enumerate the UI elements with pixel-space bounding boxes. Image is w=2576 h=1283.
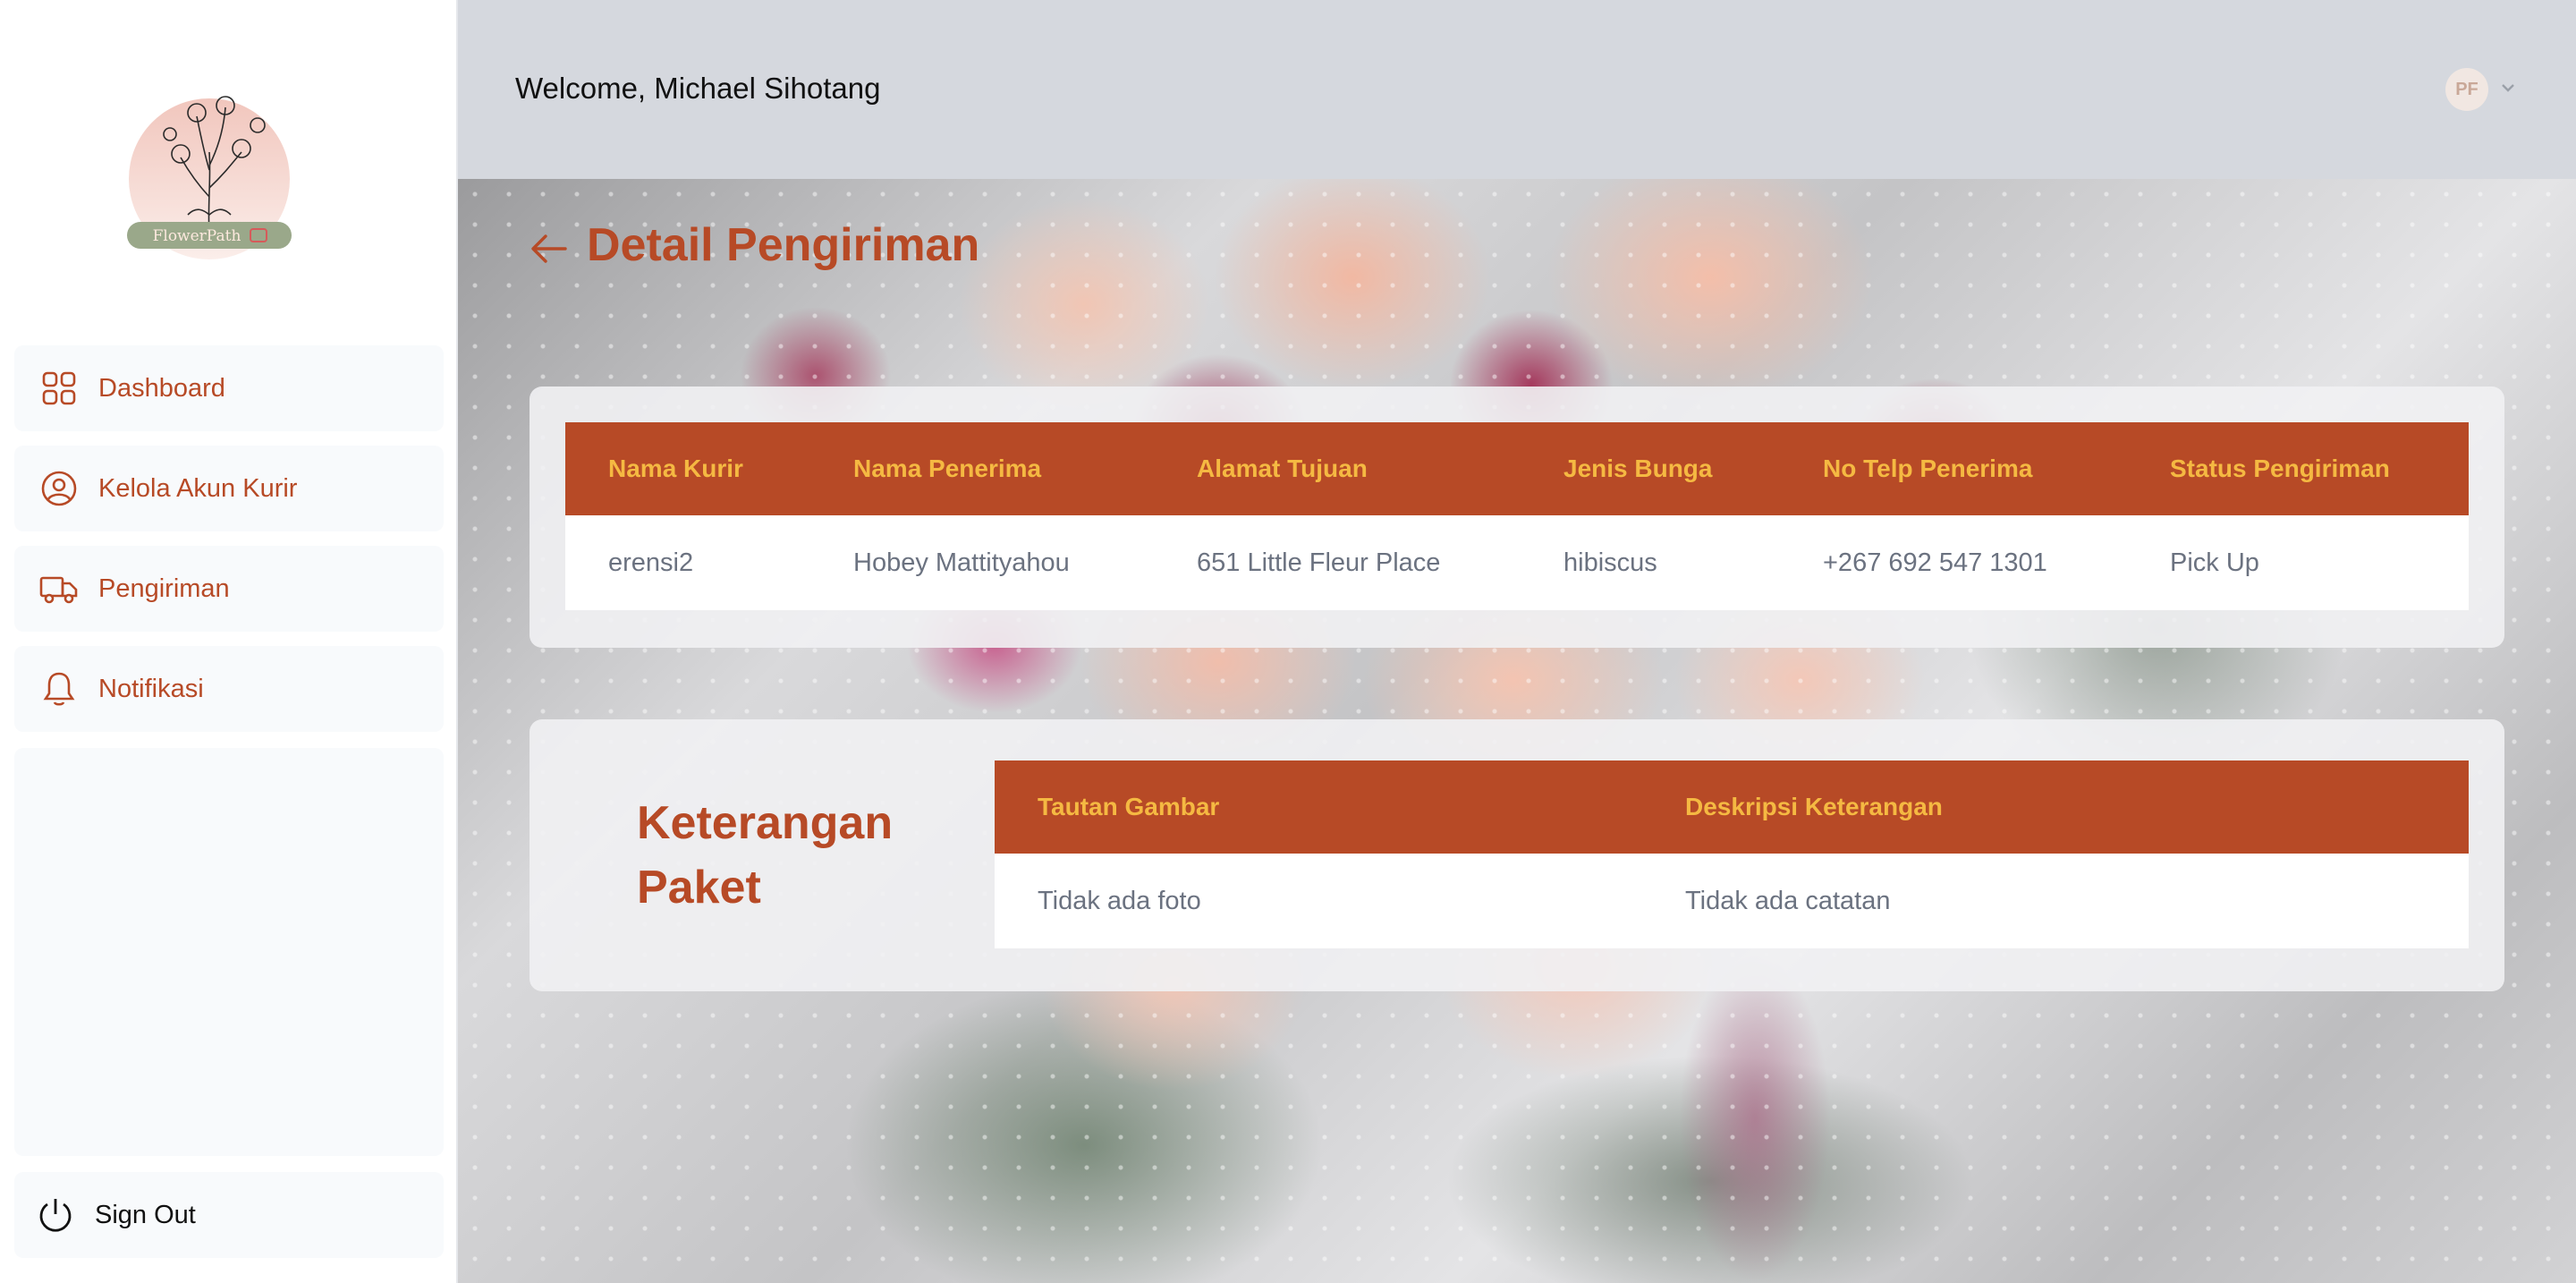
svg-text:FlowerPath: FlowerPath [153,227,242,245]
sidebar-item-pengiriman[interactable]: Pengiriman [14,546,444,632]
table-header-row: Tautan Gambar Deskripsi Keterangan [995,760,2469,854]
sign-out-label: Sign Out [95,1200,196,1229]
column-header: Nama Kurir [565,422,810,515]
sidebar-item-dashboard[interactable]: Dashboard [14,345,444,431]
column-header: No Telp Penerima [1780,422,2127,515]
column-header: Status Pengiriman [2127,422,2469,515]
table-cell: Hobey Mattityahou [810,515,1154,610]
column-header: Nama Penerima [810,422,1154,515]
truck-icon [39,569,79,608]
table-cell: Tidak ada foto [995,854,1642,948]
sidebar-item-notifikasi[interactable]: Notifikasi [14,646,444,732]
table-cell: erensi2 [565,515,810,610]
table-cell: 651 Little Fleur Place [1154,515,1521,610]
sidebar-item-label: Pengiriman [98,574,230,603]
sidebar-item-label: Kelola Akun Kurir [98,473,298,503]
power-icon [36,1195,75,1235]
table-row: erensi2 Hobey Mattityahou 651 Little Fle… [565,515,2469,610]
sidebar-item-kelola-akun-kurir[interactable]: Kelola Akun Kurir [14,446,444,531]
shipment-table: Nama Kurir Nama Penerima Alamat Tujuan J… [565,422,2469,610]
package-info-card: Keterangan Paket Tautan Gambar Deskripsi… [530,719,2504,991]
main-content: Detail Pengiriman Nama Kurir Nama Peneri… [458,179,2576,1283]
table-cell: Pick Up [2127,515,2469,610]
flowerpath-logo: FlowerPath [125,81,293,259]
avatar[interactable]: PF [2445,68,2488,111]
column-header: Deskripsi Keterangan [1642,760,2469,854]
sign-out-button[interactable]: Sign Out [14,1172,444,1258]
table-cell: Tidak ada catatan [1642,854,2469,948]
table-row: Tidak ada foto Tidak ada catatan [995,854,2469,948]
chevron-down-icon[interactable] [2497,77,2519,98]
column-header: Jenis Bunga [1521,422,1780,515]
sidebar: FlowerPath Dashboard Kelola Akun Kurir P… [0,0,458,1283]
table-cell: +267 692 547 1301 [1780,515,2127,610]
page-title: Detail Pengiriman [587,219,980,271]
grid-icon [39,369,79,408]
table-cell: hibiscus [1521,515,1780,610]
bell-icon [39,669,79,709]
column-header: Alamat Tujuan [1154,422,1521,515]
top-header: Welcome, Michael Sihotang PF [458,0,2576,179]
welcome-text: Welcome, Michael Sihotang [515,72,881,105]
sidebar-spacer [14,748,444,1156]
back-arrow-icon[interactable] [528,227,571,270]
sidebar-item-label: Notifikasi [98,674,204,703]
sidebar-item-label: Dashboard [98,373,225,403]
user-circle-icon [39,469,79,508]
shipment-detail-card: Nama Kurir Nama Penerima Alamat Tujuan J… [530,387,2504,648]
table-header-row: Nama Kurir Nama Penerima Alamat Tujuan J… [565,422,2469,515]
package-table: Tautan Gambar Deskripsi Keterangan Tidak… [995,760,2469,948]
column-header: Tautan Gambar [995,760,1642,854]
package-info-title: Keterangan Paket [637,797,894,913]
